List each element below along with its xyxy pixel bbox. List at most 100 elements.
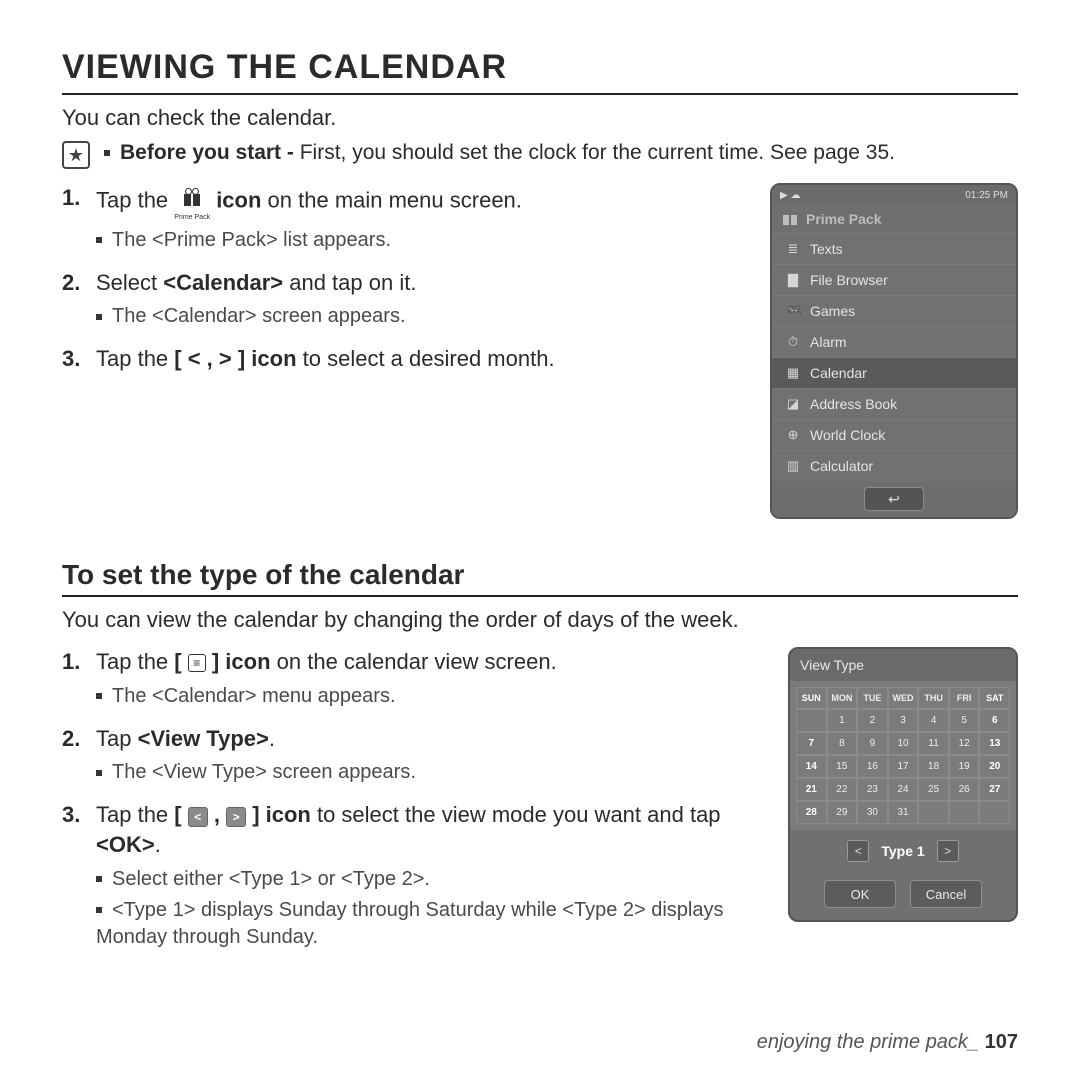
- calendar-cell[interactable]: 25: [918, 778, 949, 801]
- calendar-cell[interactable]: 16: [857, 755, 888, 778]
- step2-3: Tap the [ < , > ] icon to select the vie…: [62, 800, 764, 950]
- calendar-cell[interactable]: 10: [888, 732, 919, 755]
- calendar-cell[interactable]: 22: [827, 778, 858, 801]
- page-title: VIEWING THE CALENDAR: [62, 48, 1018, 95]
- item-icon: ▦: [786, 365, 800, 381]
- prime-pack-icon: [181, 190, 203, 208]
- list-item-games[interactable]: 🎮 Games: [772, 295, 1016, 326]
- status-bar: ▶ ☁01:25 PM: [772, 185, 1016, 205]
- item-icon: ▇: [786, 272, 800, 288]
- day-header: THU: [918, 687, 949, 709]
- calendar-cell[interactable]: 5: [949, 709, 980, 732]
- calendar-cell[interactable]: 18: [918, 755, 949, 778]
- intro-text: You can check the calendar.: [62, 105, 1018, 131]
- step-2: Select <Calendar> and tap on it. The <Ca…: [62, 268, 746, 331]
- calendar-cell[interactable]: 7: [796, 732, 827, 755]
- item-label: File Browser: [810, 272, 888, 288]
- calendar-cell[interactable]: 15: [827, 755, 858, 778]
- calendar-cell[interactable]: 13: [979, 732, 1010, 755]
- calendar-cell[interactable]: 21: [796, 778, 827, 801]
- chevron-right-icon: >: [226, 807, 246, 827]
- calendar-cell[interactable]: 19: [949, 755, 980, 778]
- gift-icon: [782, 211, 798, 227]
- day-header: MON: [827, 687, 858, 709]
- list-item-calculator[interactable]: ▥ Calculator: [772, 450, 1016, 481]
- day-header: TUE: [857, 687, 888, 709]
- prime-pack-label: Prime Pack: [174, 214, 210, 221]
- calendar-cell[interactable]: 28: [796, 801, 827, 824]
- prime-pack-list: ≣ Texts ▇ File Browser 🎮 Games ⏱ Alarm ▦ Calendar…: [772, 233, 1016, 481]
- section-title: To set the type of the calendar: [62, 559, 1018, 597]
- item-label: Calculator: [810, 458, 873, 474]
- calendar-cell[interactable]: 9: [857, 732, 888, 755]
- list-item-file-browser[interactable]: ▇ File Browser: [772, 264, 1016, 295]
- list-item-alarm[interactable]: ⏱ Alarm: [772, 326, 1016, 357]
- note-text: Before you start - First, you should set…: [104, 141, 895, 165]
- calendar-cell[interactable]: 20: [979, 755, 1010, 778]
- page-footer: enjoying the prime pack_ 107: [757, 1031, 1018, 1054]
- day-header: SAT: [979, 687, 1010, 709]
- item-label: Games: [810, 303, 855, 319]
- day-header: SUN: [796, 687, 827, 709]
- calendar-cell[interactable]: 29: [827, 801, 858, 824]
- item-label: Calendar: [810, 365, 867, 381]
- list-item-calendar[interactable]: ▦ Calendar: [772, 357, 1016, 388]
- step2-1: Tap the [ ≡ ] icon on the calendar view …: [62, 647, 764, 710]
- calendar-cell[interactable]: [949, 801, 980, 824]
- item-label: Texts: [810, 241, 843, 257]
- type-next-button[interactable]: >: [937, 840, 959, 862]
- item-label: Address Book: [810, 396, 897, 412]
- item-icon: ◪: [786, 396, 800, 412]
- item-icon: ≣: [786, 241, 800, 257]
- calendar-grid: SUNMONTUEWEDTHUFRISAT1234567891011121314…: [790, 681, 1016, 830]
- view-type-header: View Type: [790, 649, 1016, 681]
- list-item-address-book[interactable]: ◪ Address Book: [772, 388, 1016, 419]
- ok-button[interactable]: OK: [824, 880, 896, 908]
- step2-2: Tap <View Type>. The <View Type> screen …: [62, 724, 764, 787]
- calendar-cell[interactable]: 3: [888, 709, 919, 732]
- menu-icon: ≡: [188, 654, 206, 672]
- calendar-cell[interactable]: [796, 709, 827, 732]
- calendar-cell[interactable]: 4: [918, 709, 949, 732]
- steps-section1: Tap the Prime Pack icon on the main menu…: [62, 183, 746, 374]
- day-header: WED: [888, 687, 919, 709]
- calendar-cell[interactable]: 24: [888, 778, 919, 801]
- list-item-texts[interactable]: ≣ Texts: [772, 233, 1016, 264]
- calendar-cell[interactable]: 27: [979, 778, 1010, 801]
- chevron-left-icon: <: [188, 807, 208, 827]
- calendar-cell[interactable]: 31: [888, 801, 919, 824]
- item-label: World Clock: [810, 427, 885, 443]
- type-prev-button[interactable]: <: [847, 840, 869, 862]
- calendar-cell[interactable]: 12: [949, 732, 980, 755]
- section-desc: You can view the calendar by changing th…: [62, 607, 1018, 633]
- phone-prime-pack: ▶ ☁01:25 PM Prime Pack ≣ Texts ▇ File Brows…: [770, 183, 1018, 519]
- note-row: ★ Before you start - First, you should s…: [62, 141, 1018, 169]
- steps-section2: Tap the [ ≡ ] icon on the calendar view …: [62, 647, 764, 951]
- calendar-cell[interactable]: [979, 801, 1010, 824]
- phone-header: Prime Pack: [772, 205, 1016, 233]
- item-icon: ⊕: [786, 427, 800, 443]
- back-button[interactable]: ↩: [864, 487, 924, 511]
- step-3: Tap the [ < , > ] icon to select a desir…: [62, 344, 746, 374]
- calendar-cell[interactable]: 8: [827, 732, 858, 755]
- calendar-cell[interactable]: 30: [857, 801, 888, 824]
- type-label: Type 1: [881, 843, 924, 859]
- calendar-cell[interactable]: 23: [857, 778, 888, 801]
- calendar-cell[interactable]: 14: [796, 755, 827, 778]
- item-icon: 🎮: [786, 303, 800, 319]
- list-item-world-clock[interactable]: ⊕ World Clock: [772, 419, 1016, 450]
- item-icon: ▥: [786, 458, 800, 474]
- day-header: FRI: [949, 687, 980, 709]
- star-icon: ★: [62, 141, 90, 169]
- calendar-cell[interactable]: 1: [827, 709, 858, 732]
- item-icon: ⏱: [786, 334, 800, 350]
- calendar-cell[interactable]: 17: [888, 755, 919, 778]
- phone-view-type: View Type SUNMONTUEWEDTHUFRISAT123456789…: [788, 647, 1018, 922]
- cancel-button[interactable]: Cancel: [910, 880, 982, 908]
- calendar-cell[interactable]: 6: [979, 709, 1010, 732]
- calendar-cell[interactable]: 11: [918, 732, 949, 755]
- calendar-cell[interactable]: 2: [857, 709, 888, 732]
- item-label: Alarm: [810, 334, 847, 350]
- calendar-cell[interactable]: [918, 801, 949, 824]
- calendar-cell[interactable]: 26: [949, 778, 980, 801]
